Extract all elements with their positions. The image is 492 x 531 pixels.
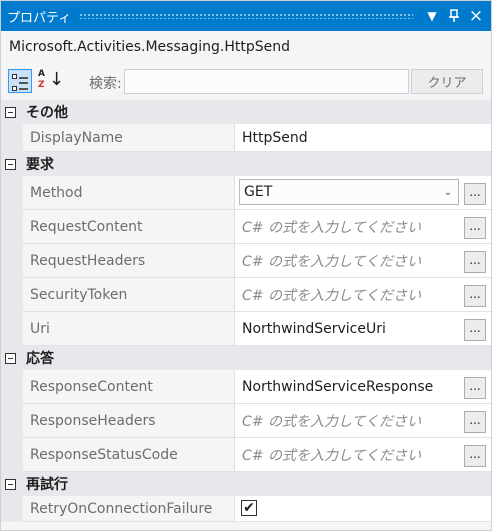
property-value-cell[interactable]: C# の式を入力してください ... <box>235 278 491 312</box>
display-name-value[interactable]: HttpSend <box>242 124 308 151</box>
ellipsis-button[interactable]: ... <box>464 319 486 341</box>
property-value-cell[interactable]: C# の式を入力してください ... <box>235 210 491 244</box>
close-icon[interactable]: × <box>465 1 487 31</box>
property-row[interactable]: Method GET ⌄ ... <box>1 176 491 210</box>
category-label: 応答 <box>26 351 54 367</box>
category-label: その他 <box>26 105 68 121</box>
pin-icon-glyph <box>449 9 459 22</box>
property-name: ResponseStatusCode <box>23 438 235 472</box>
property-name: RequestContent <box>23 210 235 244</box>
window-menu-dropdown-icon[interactable]: ▼ <box>421 1 443 31</box>
ellipsis-button[interactable]: ... <box>464 251 486 273</box>
search-input[interactable] <box>124 69 409 94</box>
ellipsis-button[interactable]: ... <box>464 445 486 467</box>
property-name: DisplayName <box>23 124 235 152</box>
sort-z-letter: Z <box>38 80 45 90</box>
chevron-down-icon: ⌄ <box>443 186 453 198</box>
sort-a-letter: A <box>38 69 45 79</box>
property-row[interactable]: RequestContent C# の式を入力してください ... <box>1 210 491 244</box>
property-value-cell[interactable]: NorthwindServiceUri ... <box>235 312 491 346</box>
method-selected-value: GET <box>244 184 273 200</box>
title-bar[interactable]: プロパティ ▼ × <box>1 1 491 31</box>
category-request[interactable]: 要求 <box>1 152 491 176</box>
property-value-cell[interactable]: ✔ <box>235 496 491 522</box>
property-value-cell[interactable]: HttpSend <box>235 124 491 152</box>
ellipsis-button[interactable]: ... <box>464 285 486 307</box>
property-row[interactable]: RetryOnConnectionFailure ✔ <box>1 496 491 522</box>
property-value-cell[interactable]: NorthwindServiceResponse ... <box>235 370 491 404</box>
search-label: 検索: <box>89 76 122 92</box>
property-name: ResponseHeaders <box>23 404 235 438</box>
category-label: 再試行 <box>26 477 68 493</box>
drag-grip[interactable] <box>79 13 413 19</box>
property-name: SecurityToken <box>23 278 235 312</box>
property-row[interactable]: ResponseHeaders C# の式を入力してください ... <box>1 404 491 438</box>
property-grid: その他 DisplayName HttpSend 要求 Method GET ⌄… <box>1 100 491 522</box>
window-title: プロパティ <box>7 10 72 26</box>
categorized-view-icon[interactable] <box>8 69 32 93</box>
ellipsis-button[interactable]: ... <box>464 183 486 205</box>
category-misc[interactable]: その他 <box>1 100 491 124</box>
retry-checkbox[interactable]: ✔ <box>241 500 257 516</box>
collapse-icon[interactable] <box>5 478 16 490</box>
property-value-cell[interactable]: C# の式を入力してください ... <box>235 404 491 438</box>
ellipsis-button[interactable]: ... <box>464 217 486 239</box>
category-retry[interactable]: 再試行 <box>1 472 491 496</box>
property-row[interactable]: RequestHeaders C# の式を入力してください ... <box>1 244 491 278</box>
collapse-icon[interactable] <box>5 106 16 118</box>
ellipsis-button[interactable]: ... <box>464 411 486 433</box>
property-row[interactable]: DisplayName HttpSend <box>1 124 491 152</box>
property-name: RequestHeaders <box>23 244 235 278</box>
property-toolbar: A Z ↓ 検索: クリア <box>1 65 491 99</box>
properties-window: プロパティ ▼ × Microsoft.Activities.Messaging… <box>0 0 492 531</box>
selected-object-type: Microsoft.Activities.Messaging.HttpSend <box>9 39 290 55</box>
expression-value[interactable]: NorthwindServiceResponse <box>242 370 433 403</box>
category-response[interactable]: 応答 <box>1 346 491 370</box>
property-value-cell[interactable]: C# の式を入力してください ... <box>235 244 491 278</box>
category-label: 要求 <box>26 157 54 173</box>
property-row[interactable]: Uri NorthwindServiceUri ... <box>1 312 491 346</box>
property-value-cell[interactable]: GET ⌄ ... <box>235 176 491 210</box>
property-name: Method <box>23 176 235 210</box>
clear-button[interactable]: クリア <box>411 69 483 94</box>
collapse-icon[interactable] <box>5 352 16 364</box>
expression-placeholder[interactable]: C# の式を入力してください <box>242 438 421 471</box>
alphabetical-sort-icon[interactable]: A Z ↓ <box>37 69 64 93</box>
property-row[interactable]: ResponseContent NorthwindServiceResponse… <box>1 370 491 404</box>
property-row[interactable]: ResponseStatusCode C# の式を入力してください ... <box>1 438 491 472</box>
property-name: ResponseContent <box>23 370 235 404</box>
expression-placeholder[interactable]: C# の式を入力してください <box>242 404 421 437</box>
collapse-icon[interactable] <box>5 158 16 170</box>
expression-value[interactable]: NorthwindServiceUri <box>242 312 386 345</box>
expression-placeholder[interactable]: C# の式を入力してください <box>242 210 421 243</box>
property-row[interactable]: SecurityToken C# の式を入力してください ... <box>1 278 491 312</box>
ellipsis-button[interactable]: ... <box>464 377 486 399</box>
property-value-cell[interactable]: C# の式を入力してください ... <box>235 438 491 472</box>
pin-icon[interactable] <box>443 1 465 31</box>
expression-placeholder[interactable]: C# の式を入力してください <box>242 278 421 311</box>
method-dropdown[interactable]: GET ⌄ <box>239 179 459 205</box>
property-name: Uri <box>23 312 235 346</box>
sort-arrow-icon: ↓ <box>49 69 65 90</box>
property-name: RetryOnConnectionFailure <box>23 496 235 522</box>
expression-placeholder[interactable]: C# の式を入力してください <box>242 244 421 277</box>
